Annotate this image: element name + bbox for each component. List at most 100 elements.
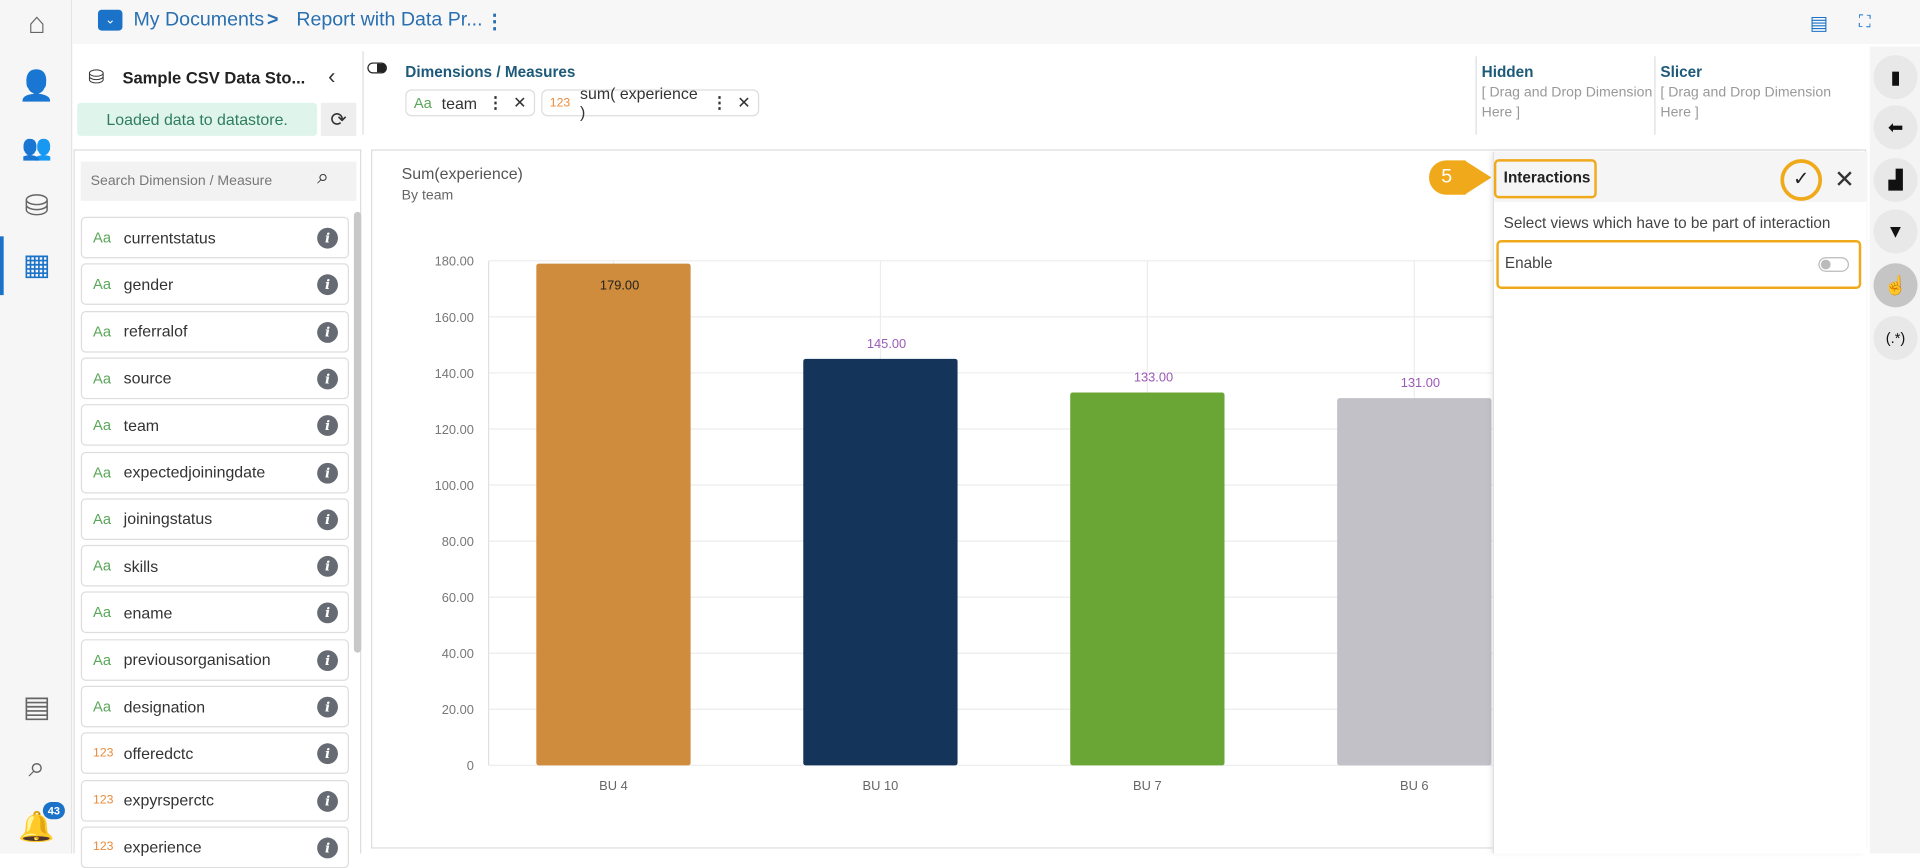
chip-sum-experience[interactable]: 123 sum( experience ) ⋮ ✕ <box>541 84 760 121</box>
info-icon[interactable]: i <box>317 556 338 577</box>
data-label: 133.00 <box>1134 370 1173 385</box>
field-item[interactable]: Aa previousorganisation i <box>80 638 349 681</box>
breadcrumb-my-documents[interactable]: My Documents <box>133 10 264 32</box>
interaction-pointer-icon[interactable]: ☝ <box>1873 263 1918 308</box>
field-type-icon: Aa <box>93 228 112 247</box>
home-icon[interactable]: ⌂ <box>17 6 56 43</box>
collapse-chevron-icon[interactable]: ‹ <box>328 64 335 90</box>
measure-type-icon: 123 <box>549 96 571 110</box>
field-type-icon: Aa <box>93 697 112 716</box>
search-input[interactable]: Search Dimension / Measure <box>80 161 357 201</box>
field-label: currentstatus <box>123 228 216 247</box>
field-label: ename <box>123 603 173 622</box>
info-icon[interactable]: i <box>317 415 338 437</box>
left-nav: ⌂ 👤 👥 ⛁ ▦ ▤ ⌕ 🔔 43 <box>0 0 73 854</box>
x-tick-label: BU 10 <box>863 778 899 793</box>
hidden-title: Hidden <box>1481 63 1534 81</box>
database-icon: ⛁ <box>88 67 105 89</box>
field-item[interactable]: 123 experience i <box>80 826 349 868</box>
field-item[interactable]: Aa expectedjoiningdate i <box>80 451 349 493</box>
notification-badge: 43 <box>42 802 65 820</box>
field-label: designation <box>123 697 206 716</box>
chip-team[interactable]: Aa team ⋮ ✕ <box>405 89 536 117</box>
search-icon[interactable]: ⌕ <box>317 165 329 189</box>
bar-chart-icon[interactable]: ▟ <box>1873 157 1918 203</box>
bar <box>536 263 691 766</box>
info-icon[interactable]: i <box>317 602 338 624</box>
data-label: 131.00 <box>1401 375 1440 390</box>
right-toolbar: ▮ ⬅ ▟ ▼ ☝ (.*) <box>1869 46 1920 854</box>
kebab-icon[interactable]: ⋮ <box>712 93 728 113</box>
users-icon[interactable]: 👥 <box>17 129 56 166</box>
scrollbar[interactable] <box>353 211 362 653</box>
info-icon[interactable]: i <box>317 274 338 296</box>
y-tick-label: 100.00 <box>435 478 474 493</box>
datastore-icon[interactable]: ⛁ <box>17 187 56 224</box>
field-item[interactable]: Aa designation i <box>80 685 349 728</box>
comment-icon[interactable]: ▤ <box>1810 11 1829 35</box>
info-icon[interactable]: i <box>317 837 338 859</box>
fullscreen-icon[interactable]: ⛶ <box>1859 11 1871 32</box>
field-item[interactable]: Aa referralof i <box>80 310 349 353</box>
data-search-icon[interactable]: ⌕ <box>17 749 56 786</box>
info-icon[interactable]: i <box>317 368 338 390</box>
field-item[interactable]: Aa currentstatus i <box>80 216 349 259</box>
hidden-dropzone[interactable]: [ Drag and Drop Dimension Here ] <box>1482 83 1656 122</box>
enable-toggle[interactable] <box>1818 257 1849 272</box>
field-list-panel: Search Dimension / Measure ⌕ Aa currentst… <box>73 149 362 868</box>
info-icon[interactable]: i <box>317 462 338 484</box>
field-label: previousorganisation <box>123 650 271 669</box>
kebab-icon[interactable]: ⋮ <box>487 93 503 113</box>
field-item[interactable]: Aa ename i <box>80 591 349 634</box>
x-tick-label: BU 6 <box>1400 778 1429 793</box>
back-arrow-icon[interactable]: ⬅ <box>1873 105 1918 150</box>
field-item[interactable]: 123 expyrsperctc i <box>80 779 349 822</box>
close-icon[interactable]: ✕ <box>1834 164 1855 195</box>
enable-row: Enable <box>1496 240 1862 289</box>
field-type-icon: Aa <box>93 369 112 387</box>
y-tick-label: 160.00 <box>435 310 474 325</box>
field-label: referralof <box>123 322 188 341</box>
field-type-icon: Aa <box>93 604 112 622</box>
info-icon[interactable]: i <box>317 649 338 671</box>
field-type-icon: Aa <box>93 322 112 340</box>
info-icon[interactable]: i <box>317 321 338 343</box>
slicer-title: Slicer <box>1660 63 1703 81</box>
chip-label: team <box>441 93 478 113</box>
close-icon[interactable]: ✕ <box>513 93 526 113</box>
close-icon[interactable]: ✕ <box>737 93 750 113</box>
field-item[interactable]: 123 offeredctc i <box>80 732 349 775</box>
field-type-icon: Aa <box>93 510 112 528</box>
filter-icon[interactable]: ▼ <box>1873 209 1918 254</box>
sd-card-icon[interactable]: ▮ <box>1873 55 1918 100</box>
y-tick-label: 20.00 <box>442 702 474 717</box>
refresh-icon[interactable]: ⟳ <box>320 102 357 136</box>
field-item[interactable]: Aa source i <box>80 357 349 400</box>
info-icon[interactable]: i <box>317 227 338 249</box>
user-settings-icon[interactable]: 👤 <box>17 67 56 104</box>
info-icon[interactable]: i <box>317 790 338 812</box>
kebab-menu-icon[interactable]: ⋮ <box>485 10 505 34</box>
y-tick-label: 0 <box>467 758 474 773</box>
field-item[interactable]: Aa skills i <box>80 545 349 587</box>
bar <box>1070 392 1225 766</box>
field-type-icon: Aa <box>93 275 112 294</box>
slicer-dropzone[interactable]: [ Drag and Drop Dimension Here ] <box>1660 83 1834 122</box>
field-item[interactable]: Aa team i <box>80 404 349 446</box>
field-item[interactable]: Aa joiningstatus i <box>80 498 349 540</box>
info-icon[interactable]: i <box>317 743 338 765</box>
dashboard-designer-icon[interactable]: ▦ <box>17 246 56 283</box>
data-catalog-icon[interactable]: ▤ <box>17 688 56 725</box>
toggle-switch[interactable] <box>367 62 387 74</box>
interactions-panel: Interactions ✓ ✕ Select views which have… <box>1492 151 1868 854</box>
field-type-icon: 123 <box>93 840 114 854</box>
info-icon[interactable]: i <box>317 696 338 718</box>
confirm-check-icon[interactable]: ✓ <box>1780 159 1823 201</box>
divider <box>1654 56 1656 135</box>
info-icon[interactable]: i <box>317 509 338 530</box>
regex-icon[interactable]: (.*) <box>1873 315 1918 361</box>
folder-icon[interactable]: ⌄ <box>97 9 123 31</box>
field-item[interactable]: Aa gender i <box>80 263 349 306</box>
y-tick-label: 80.00 <box>442 534 474 549</box>
field-label: joiningstatus <box>123 509 213 529</box>
